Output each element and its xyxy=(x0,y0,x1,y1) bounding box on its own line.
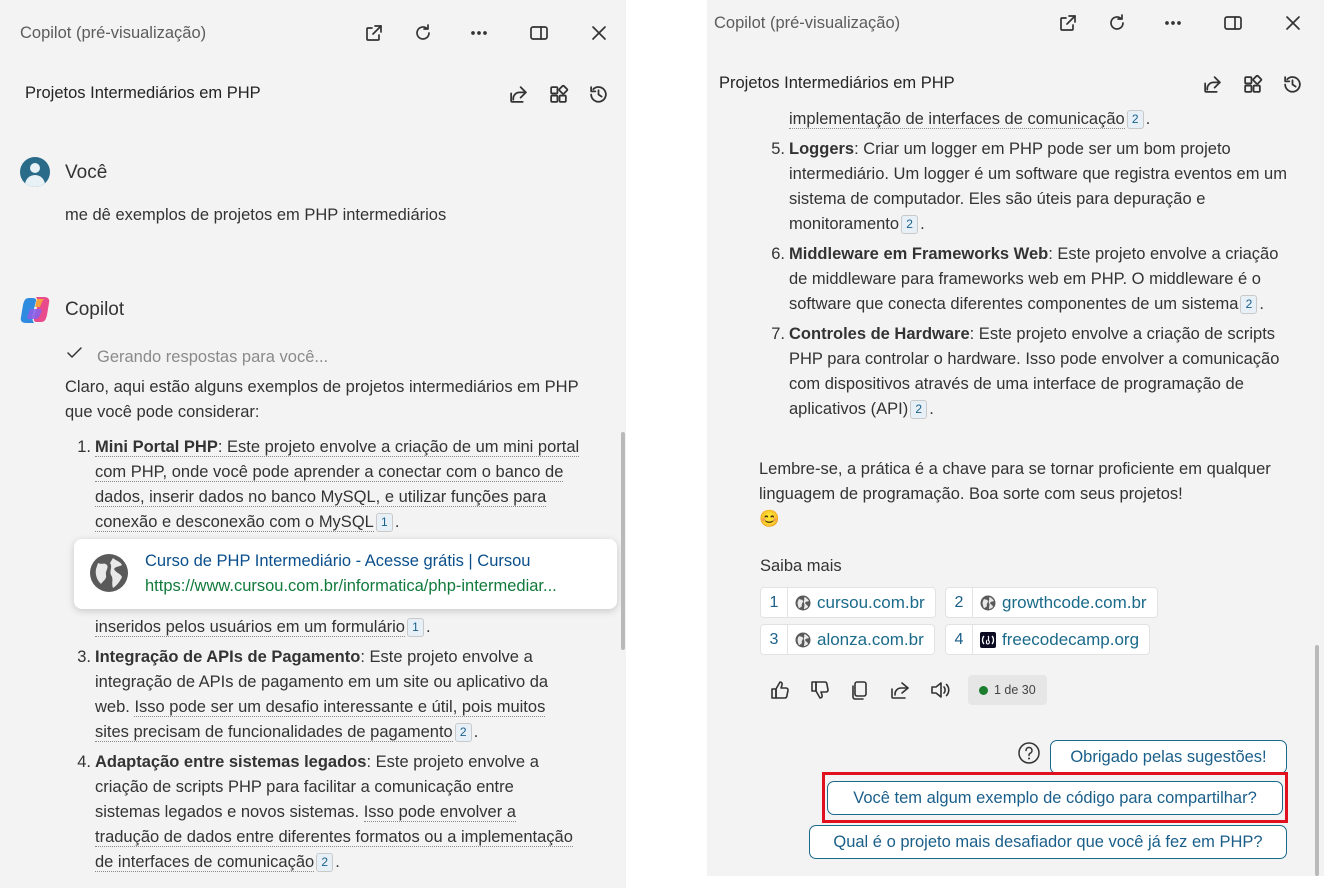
citation-marker[interactable]: 1 xyxy=(406,618,424,637)
source-chip-cursou[interactable]: 1 cursou.com.br xyxy=(760,587,936,618)
highlight-box xyxy=(822,772,1288,823)
assistant-name: Copilot xyxy=(65,299,125,320)
globe-icon xyxy=(795,595,811,610)
conversation-title: Projetos Intermediários em PHP xyxy=(25,84,261,102)
help-icon[interactable] xyxy=(1017,741,1041,765)
citation-marker[interactable]: 2 xyxy=(901,215,919,234)
title-bar: Copilot (pré-visualização) xyxy=(707,0,1324,68)
app-title: Copilot (pré-visualização) xyxy=(714,14,901,32)
citation-popup[interactable]: Curso de PHP Intermediário - Acesse grát… xyxy=(74,539,617,609)
source-chip-growthcode[interactable]: 2 growthcode.com.br xyxy=(945,587,1158,618)
smile-emoji-icon: 😊 xyxy=(759,510,780,528)
plugins-icon[interactable] xyxy=(1240,72,1264,96)
answer-intro: Claro, aqui estão alguns exemplos de pro… xyxy=(65,378,579,421)
user-name: Você xyxy=(65,162,108,183)
checkmark-icon xyxy=(67,347,82,358)
right-copilot-pane: Copilot (pré-visualização) Projetos Inte… xyxy=(707,0,1324,876)
copy-icon[interactable] xyxy=(847,677,873,703)
item-title: Integração de APIs de Pagamento xyxy=(95,648,361,666)
list-item: 3. Integração de APIs de Pagamento: Este… xyxy=(77,648,549,742)
status-dot xyxy=(979,685,988,695)
globe-icon xyxy=(980,595,996,610)
conversation-header: Projetos Intermediários em PHP xyxy=(0,76,626,116)
citation-marker[interactable]: 2 xyxy=(1240,295,1258,314)
conversation-title: Projetos Intermediários em PHP xyxy=(719,74,955,92)
scrollbar-thumb[interactable] xyxy=(621,432,625,650)
answer-list: 5. Loggers: Criar um logger em PHP pode … xyxy=(759,137,1289,427)
response-counter: 1 de 30 xyxy=(968,675,1047,705)
globe-icon xyxy=(795,632,811,647)
freecodecamp-icon xyxy=(980,631,996,648)
conversation-header: Projetos Intermediários em PHP xyxy=(707,64,1324,104)
share-icon[interactable] xyxy=(506,82,530,106)
list-item: 5. Loggers: Criar um logger em PHP pode … xyxy=(771,140,1287,234)
learn-more-label: Saiba mais xyxy=(760,557,842,575)
list-item: inseridos pelos usuários em um formulári… xyxy=(95,618,431,637)
source-chip-freecodecamp[interactable]: 4 freecodecamp.org xyxy=(945,624,1151,655)
scrollbar-thumb[interactable] xyxy=(1315,645,1319,876)
open-in-new-window-icon[interactable] xyxy=(1056,11,1080,35)
refresh-icon[interactable] xyxy=(1105,11,1129,35)
more-options-icon[interactable] xyxy=(1161,11,1185,35)
left-copilot-pane: Copilot (pré-visualização) Projetos Inte… xyxy=(0,0,626,888)
suggestion-thanks-button[interactable]: Obrigado pelas sugestões! xyxy=(1050,740,1287,774)
list-item: 1. Mini Portal PHP: Este projeto envolve… xyxy=(77,438,580,532)
more-options-icon[interactable] xyxy=(467,21,491,45)
split-view-icon[interactable] xyxy=(1221,11,1245,35)
citation-marker[interactable]: 1 xyxy=(375,513,393,532)
plugins-icon[interactable] xyxy=(546,82,570,106)
suggestion-hardest-project-button[interactable]: Qual é o projeto mais desafiador que voc… xyxy=(809,825,1287,859)
title-bar: Copilot (pré-visualização) xyxy=(0,0,626,68)
popup-title-link[interactable]: Curso de PHP Intermediário - Acesse grát… xyxy=(145,552,530,571)
citation-marker[interactable]: 2 xyxy=(1126,110,1144,129)
open-in-new-window-icon[interactable] xyxy=(362,21,386,45)
close-icon[interactable] xyxy=(1281,11,1305,35)
citation-marker[interactable]: 2 xyxy=(454,723,472,742)
source-chip-alonza[interactable]: 3 alonza.com.br xyxy=(760,624,935,655)
popup-url[interactable]: https://www.cursou.com.br/informatica/ph… xyxy=(145,577,605,596)
user-message: me dê exemplos de projetos em PHP interm… xyxy=(65,206,447,224)
list-item: 4. Adaptação entre sistemas legados: Est… xyxy=(77,753,573,872)
refresh-icon[interactable] xyxy=(411,21,435,45)
read-aloud-icon[interactable] xyxy=(927,677,953,703)
thumbs-down-icon[interactable] xyxy=(807,677,833,703)
close-icon[interactable] xyxy=(587,21,611,45)
share-icon[interactable] xyxy=(1200,72,1224,96)
citation-marker[interactable]: 2 xyxy=(910,400,928,419)
item-title: Loggers xyxy=(789,140,855,158)
globe-icon xyxy=(90,554,128,592)
citation-marker[interactable]: 2 xyxy=(316,853,334,872)
continued-text: implementação de interfaces de comunicaç… xyxy=(789,110,1151,129)
item-title: Controles de Hardware xyxy=(789,325,970,343)
item-title: Adaptação entre sistemas legados xyxy=(95,753,367,771)
app-title: Copilot (pré-visualização) xyxy=(20,24,207,42)
history-icon[interactable] xyxy=(586,82,610,106)
item-title: Middleware em Frameworks Web xyxy=(789,245,1049,263)
list-item: 7. Controles de Hardware: Este projeto e… xyxy=(771,325,1280,419)
item-title: Mini Portal PHP xyxy=(95,438,218,456)
history-icon[interactable] xyxy=(1280,72,1304,96)
closing-message: Lembre-se, a prática é a chave para se t… xyxy=(759,460,1271,528)
answer-list: 1. Mini Portal PHP: Este projeto envolve… xyxy=(65,435,580,880)
list-item: 6. Middleware em Frameworks Web: Este pr… xyxy=(771,245,1279,314)
generating-status: Gerando respostas para você... xyxy=(97,348,329,366)
split-view-icon[interactable] xyxy=(527,21,551,45)
thumbs-up-icon[interactable] xyxy=(767,677,793,703)
share-icon[interactable] xyxy=(887,677,913,703)
user-avatar xyxy=(20,157,50,187)
copilot-logo-icon xyxy=(20,297,50,323)
